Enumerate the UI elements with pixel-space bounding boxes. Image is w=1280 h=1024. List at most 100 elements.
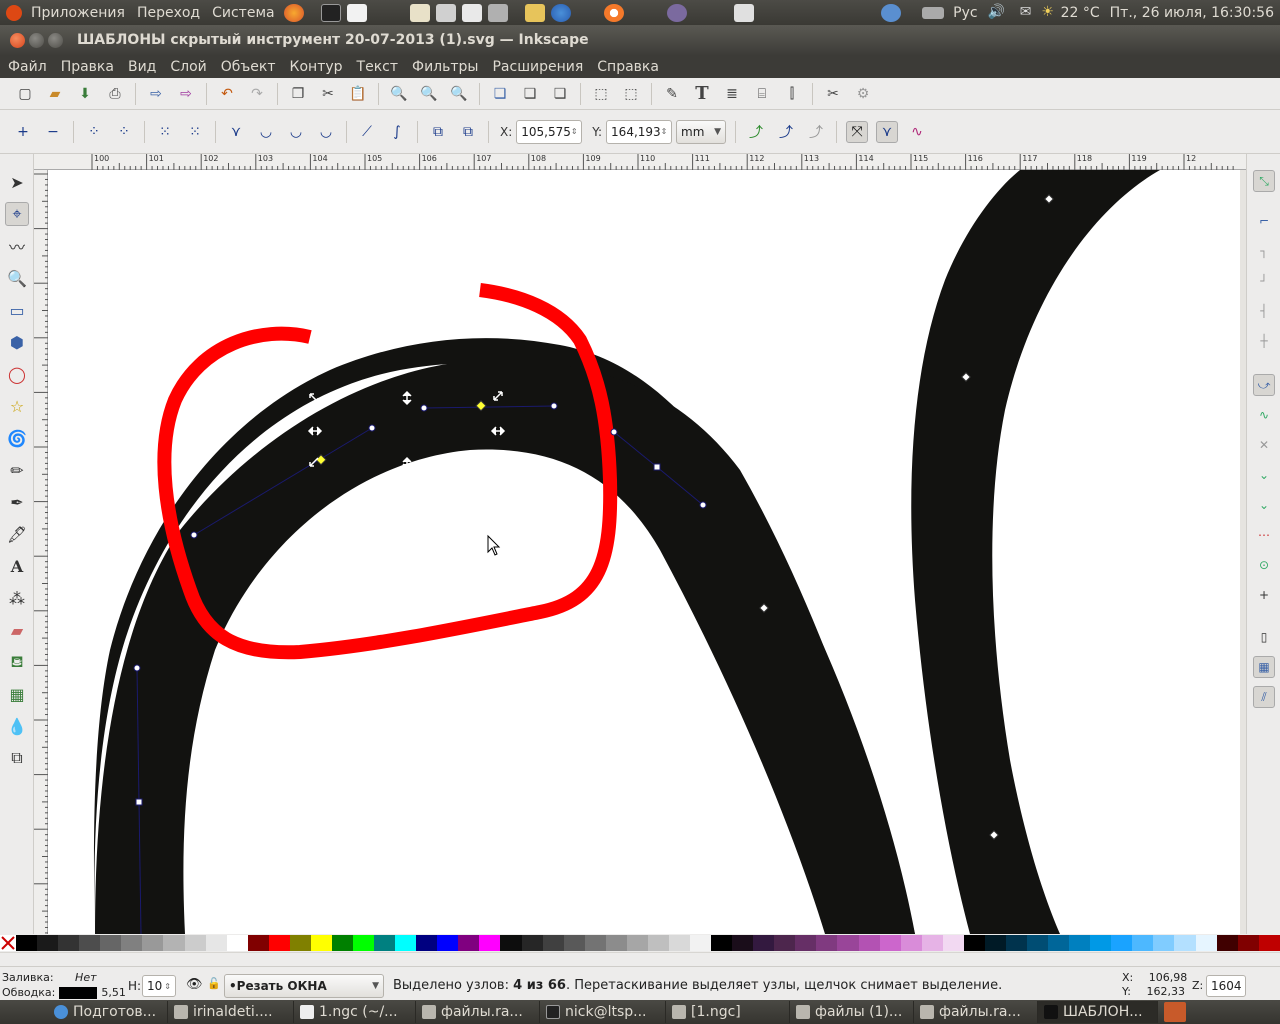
mail-client-icon[interactable] (524, 3, 545, 22)
menu-object[interactable]: Объект (214, 59, 283, 75)
color-swatch[interactable] (437, 935, 459, 951)
task-item[interactable]: irinaldeti.... (168, 1001, 294, 1023)
color-swatch[interactable] (1111, 935, 1133, 951)
places-menu[interactable]: Переход (131, 5, 206, 21)
node-smooth-icon[interactable]: ◡ (255, 121, 277, 143)
unlink-clone-icon[interactable]: ❏ (549, 83, 571, 105)
edit-clip-icon[interactable]: ⤴ (805, 121, 827, 143)
trash-icon[interactable] (1164, 1002, 1186, 1022)
weather-icon[interactable]: ☀ (1041, 4, 1055, 22)
update-icon[interactable] (881, 3, 902, 22)
color-swatch[interactable] (374, 935, 396, 951)
spiral-tool-icon[interactable]: 🌀 (5, 426, 29, 450)
ungroup-icon[interactable]: ⬚ (620, 83, 642, 105)
3d-box-tool-icon[interactable]: ⬢ (5, 330, 29, 354)
snap-bbox-midpoint-icon[interactable]: ┤ (1253, 300, 1275, 322)
document-properties-icon[interactable]: ⚙ (852, 83, 874, 105)
horizontal-ruler[interactable]: 100 101 102 103 104 105 106 107 108 109 110 111 112 1… (34, 154, 1246, 170)
applications-menu[interactable]: Приложения (25, 5, 131, 21)
color-swatch[interactable] (79, 935, 101, 951)
preferences-icon[interactable]: ✂ (822, 83, 844, 105)
mail-icon[interactable]: ✉ (1016, 4, 1036, 22)
zoom-page-icon[interactable]: 🔍 (448, 83, 470, 105)
color-swatch[interactable] (1048, 935, 1070, 951)
xml-editor-icon[interactable]: ⌸ (751, 83, 773, 105)
show-path-outline-icon[interactable]: ⋎ (876, 120, 899, 143)
lock-icon[interactable]: 🔓 (207, 977, 221, 990)
color-swatch[interactable] (458, 935, 480, 951)
color-swatch[interactable] (1132, 935, 1154, 951)
snap-smooth-icon[interactable]: ⌄ (1253, 494, 1275, 516)
color-swatch[interactable] (837, 935, 859, 951)
calligraphy-tool-icon[interactable]: 🖋 (5, 522, 29, 546)
color-swatch[interactable] (521, 935, 543, 951)
menu-text[interactable]: Текст (350, 59, 405, 75)
color-swatch[interactable] (963, 935, 985, 951)
menu-filters[interactable]: Фильтры (405, 59, 485, 75)
show-outline-icon[interactable]: ⤴ (775, 121, 797, 143)
node-cusp-icon[interactable]: ⋎ (225, 121, 247, 143)
snap-grid-icon[interactable]: ▦ (1253, 656, 1275, 678)
color-swatch[interactable] (268, 935, 290, 951)
connector-tool-icon[interactable]: ⧉ (5, 746, 29, 770)
task-item[interactable]: [1.ngc] (666, 1001, 790, 1023)
color-swatch[interactable] (353, 935, 375, 951)
weather-temp[interactable]: 22 °C (1057, 5, 1104, 21)
color-swatch[interactable] (732, 935, 754, 951)
color-swatch[interactable] (416, 935, 438, 951)
zoom-selection-icon[interactable]: 🔍 (388, 83, 410, 105)
menu-view[interactable]: Вид (121, 59, 163, 75)
color-swatch[interactable] (331, 935, 353, 951)
color-swatch[interactable] (184, 935, 206, 951)
import-icon[interactable]: ⇨ (145, 83, 167, 105)
color-swatch[interactable] (163, 935, 185, 951)
zoom-tool-icon[interactable]: 🔍 (5, 266, 29, 290)
color-swatch[interactable] (984, 935, 1006, 951)
snap-bbox-corner-icon[interactable]: ┘ (1253, 270, 1275, 292)
paint-bucket-tool-icon[interactable]: ⛾ (5, 650, 29, 674)
color-swatch[interactable] (310, 935, 332, 951)
color-swatch[interactable] (542, 935, 564, 951)
color-swatch[interactable] (1027, 935, 1049, 951)
snap-center-icon[interactable]: ⊙ (1253, 554, 1275, 576)
snap-bbox-center-icon[interactable]: ┼ (1253, 330, 1275, 352)
color-swatch[interactable] (1195, 935, 1217, 951)
y-coordinate-input[interactable]: 164,193 ⇕ (606, 119, 673, 144)
show-transform-handles-icon[interactable]: ⤧ (846, 120, 869, 143)
app-launcher-icon[interactable] (487, 3, 508, 22)
align-distribute-icon[interactable]: ⫿ (781, 83, 803, 105)
break-path-icon[interactable]: ⁘ (113, 121, 135, 143)
blender-icon[interactable] (603, 3, 624, 22)
color-swatch[interactable] (605, 935, 627, 951)
snap-toggle-icon[interactable]: ⤡ (1253, 170, 1275, 192)
layers-icon[interactable]: ≣ (721, 83, 743, 105)
color-swatch[interactable] (1005, 935, 1027, 951)
task-item[interactable]: Подготов... (48, 1001, 168, 1023)
snap-intersections-icon[interactable]: ✕ (1253, 434, 1275, 456)
rectangle-tool-icon[interactable]: ▭ (5, 298, 29, 322)
open-icon[interactable]: ▰ (44, 83, 66, 105)
insert-node-icon[interactable]: + (12, 121, 34, 143)
menu-layer[interactable]: Слой (163, 59, 213, 75)
fill-stroke-icon[interactable]: ✎ (661, 83, 683, 105)
delete-node-icon[interactable]: − (42, 121, 64, 143)
group-icon[interactable]: ⬚ (590, 83, 612, 105)
visibility-icon[interactable]: 👁 (186, 977, 203, 992)
clone-icon[interactable]: ❏ (519, 83, 541, 105)
eraser-tool-icon[interactable]: ▰ (5, 618, 29, 642)
color-swatch[interactable] (16, 935, 38, 951)
clock[interactable]: Пт., 26 июля, 16:30:56 (1104, 5, 1280, 21)
color-swatch[interactable] (121, 935, 143, 951)
node-symmetric-icon[interactable]: ◡ (285, 121, 307, 143)
color-swatch[interactable] (395, 935, 417, 951)
segment-curve-icon[interactable]: ∫ (386, 121, 408, 143)
color-swatch[interactable] (942, 935, 964, 951)
text-tool-icon[interactable]: A (5, 554, 29, 578)
color-swatch[interactable] (226, 935, 248, 951)
pencil-tool-icon[interactable]: ✏ (5, 458, 29, 482)
snap-guide-icon[interactable]: ⫽ (1253, 686, 1275, 708)
unit-select[interactable]: mm ▼ (676, 119, 727, 144)
ellipse-tool-icon[interactable]: ◯ (5, 362, 29, 386)
fill-indicator[interactable]: Заливка: Нет (2, 971, 97, 984)
menu-help[interactable]: Справка (590, 59, 666, 75)
